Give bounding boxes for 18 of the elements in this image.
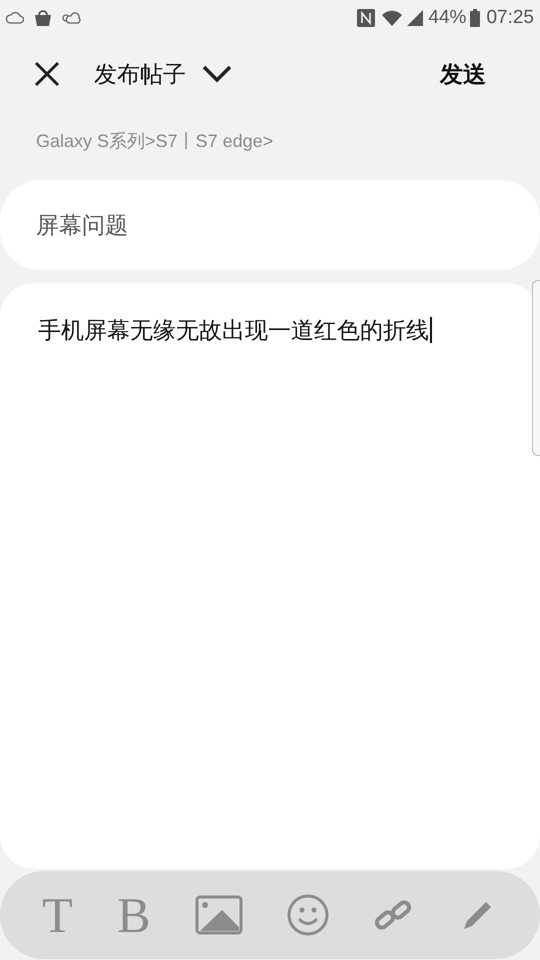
- close-icon[interactable]: [34, 61, 60, 87]
- image-icon[interactable]: [194, 895, 243, 935]
- side-handle[interactable]: [532, 280, 540, 456]
- body-text: 手机屏幕无缘无故出现一道红色的折线: [38, 317, 432, 343]
- chevron-down-icon[interactable]: [202, 65, 232, 83]
- signal-icon: [406, 9, 424, 27]
- weather-icon: [60, 10, 82, 26]
- nfc-icon: [357, 9, 376, 27]
- page-title: 发布帖子: [94, 60, 186, 89]
- wifi-icon: [381, 9, 404, 27]
- shopping-bag-icon: [34, 9, 52, 27]
- subject-field[interactable]: 屏幕问题: [0, 180, 540, 270]
- body-field[interactable]: 手机屏幕无缘无故出现一道红色的折线: [0, 283, 540, 869]
- clock: 07:25: [486, 6, 534, 30]
- battery-percent: 44%: [428, 6, 466, 30]
- smiley-icon[interactable]: [287, 894, 330, 936]
- battery-icon: [470, 9, 480, 27]
- send-button[interactable]: 发送: [440, 56, 486, 92]
